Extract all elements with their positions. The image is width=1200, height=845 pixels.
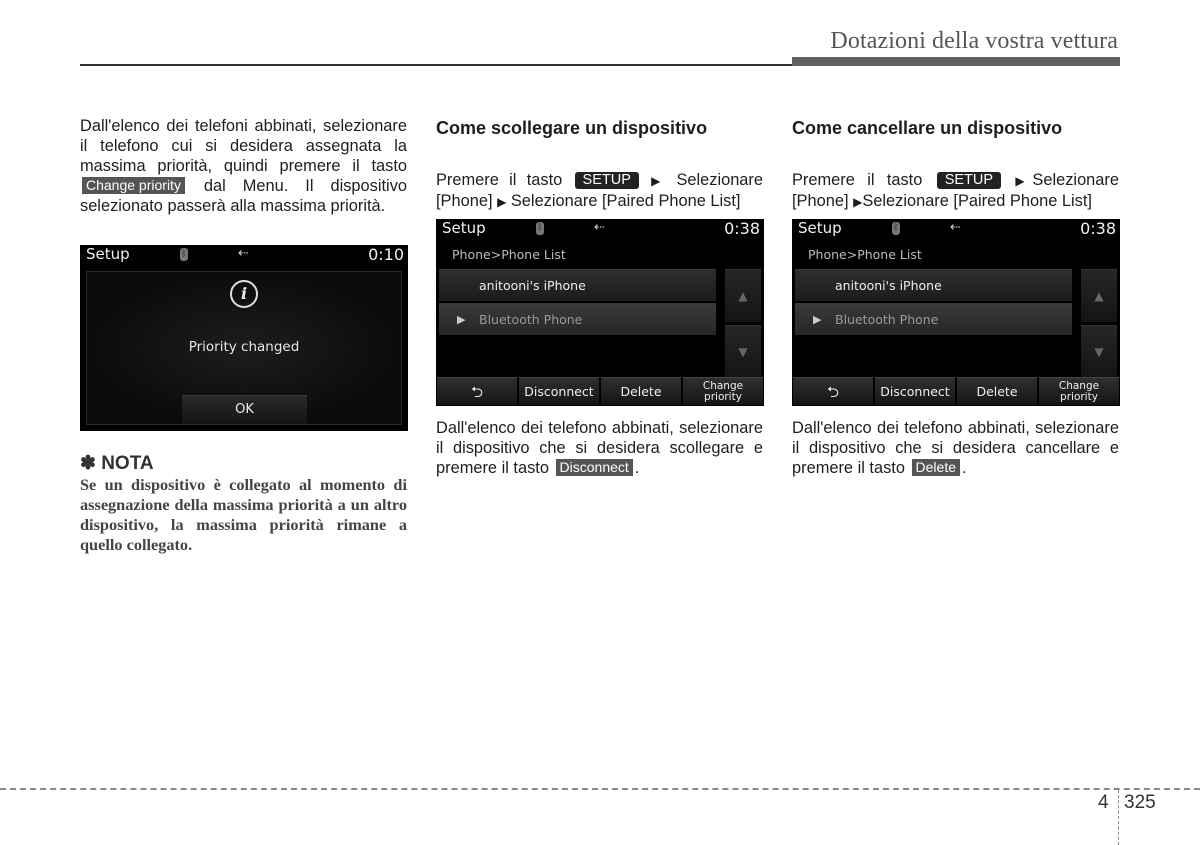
change-priority-key: Change priority [82, 177, 185, 194]
back-icon: ⮌ [470, 383, 483, 401]
header-bar [792, 57, 1120, 66]
info-icon: i [230, 280, 258, 308]
column-3: Come cancellare un dispositivo Premere i… [792, 116, 1119, 212]
nota-heading: ✽ NOTA [80, 453, 154, 474]
chapter-number: 4 [1098, 792, 1109, 813]
column-1: Dall'elenco dei telefoni abbinati, selez… [80, 116, 407, 216]
disconnect-button[interactable]: Disconnect [875, 377, 955, 405]
scroll-down-button[interactable]: ▼ [725, 325, 761, 378]
breadcrumb: Phone>Phone List [808, 247, 922, 262]
page-number: 325 [1124, 792, 1156, 813]
usb-icon: ⇠ [238, 246, 249, 261]
down-arrow-icon: ▼ [738, 345, 748, 359]
back-icon: ⮌ [826, 383, 839, 401]
list-item[interactable]: anitooni's iPhone [795, 269, 1072, 301]
arrow-icon: ▶ [651, 174, 667, 188]
clock: 0:10 [368, 245, 404, 264]
delete-instructions: Dall'elenco dei telefono abbinati, selez… [792, 419, 1119, 477]
section-heading-delete: Come cancellare un dispositivo [792, 118, 1063, 138]
nav-instructions: Premere il tasto SETUP ▶ Selezionare [Ph… [436, 171, 764, 210]
scroll-up-button[interactable]: ▲ [1081, 269, 1117, 322]
nota-box: ✽ NOTA Se un dispositivo è collegato al … [80, 452, 407, 555]
footer-divider [1118, 790, 1119, 845]
header-rule [80, 64, 793, 66]
priority-changed-screen: Setup ᛒ ⇠ 0:10 i Priority changed OK [80, 245, 408, 431]
info-popup: i Priority changed OK [86, 271, 402, 425]
disconnect-button[interactable]: Disconnect [519, 377, 599, 405]
usb-icon: ⇠ [950, 220, 961, 235]
popup-message: Priority changed [188, 339, 300, 355]
clock: 0:38 [1080, 219, 1116, 238]
scroll-down-button[interactable]: ▼ [1081, 325, 1117, 378]
disconnect-key: Disconnect [555, 459, 633, 476]
delete-button[interactable]: Delete [957, 377, 1037, 405]
list-item[interactable]: anitooni's iPhone [439, 269, 716, 301]
back-button[interactable]: ⮌ [437, 377, 517, 405]
change-priority-button[interactable]: Change priority [683, 377, 763, 405]
arrow-icon: ▶ [497, 195, 507, 209]
nav-instructions: Premere il tasto SETUP ▶Selezionare [Pho… [792, 171, 1119, 210]
list-item[interactable]: ▶ Bluetooth Phone [795, 303, 1072, 335]
clock: 0:38 [724, 219, 760, 238]
breadcrumb: Phone>Phone List [452, 247, 566, 262]
screen-title: Setup [442, 219, 486, 237]
footer-rule [0, 788, 1200, 790]
status-bar: Setup ᛒ ⇠ 0:38 [792, 219, 1120, 241]
bluetooth-icon: ᛒ [536, 222, 544, 235]
chapter-title: Dotazioni della vostra vettura [830, 28, 1118, 54]
asterisk-icon: ✽ [80, 453, 96, 474]
status-bar: Setup ᛒ ⇠ 0:38 [436, 219, 764, 241]
up-arrow-icon: ▲ [1094, 289, 1104, 303]
screen-title: Setup [798, 219, 842, 237]
scroll-up-button[interactable]: ▲ [725, 269, 761, 322]
phone-list-screen: Setup ᛒ ⇠ 0:38 Phone>Phone List anitooni… [436, 219, 764, 406]
status-bar: Setup ᛒ ⇠ 0:10 [80, 245, 408, 267]
bluetooth-icon: ᛒ [892, 222, 900, 235]
bluetooth-icon: ᛒ [180, 248, 188, 261]
column-2: Come scollegare un dispositivo Premere i… [436, 116, 763, 212]
up-arrow-icon: ▲ [738, 289, 748, 303]
setup-key: SETUP [574, 172, 639, 189]
disconnect-instructions: Dall'elenco dei telefono abbinati, selez… [436, 419, 763, 477]
list-item[interactable]: ▶ Bluetooth Phone [439, 303, 716, 335]
arrow-icon: ▶ [1015, 174, 1033, 188]
ok-button[interactable]: OK [182, 395, 307, 424]
delete-key: Delete [911, 459, 960, 476]
phone-list-screen: Setup ᛒ ⇠ 0:38 Phone>Phone List anitooni… [792, 219, 1120, 406]
bottom-bar: ⮌ Disconnect Delete Change priority [437, 377, 763, 405]
bottom-bar: ⮌ Disconnect Delete Change priority [793, 377, 1119, 405]
delete-button[interactable]: Delete [601, 377, 681, 405]
play-icon: ▶ [457, 313, 466, 326]
change-priority-button[interactable]: Change priority [1039, 377, 1119, 405]
play-icon: ▶ [813, 313, 822, 326]
nota-body: Se un dispositivo è collegato al momento… [80, 475, 407, 554]
down-arrow-icon: ▼ [1094, 345, 1104, 359]
priority-instructions: Dall'elenco dei telefoni abbinati, selez… [80, 117, 407, 215]
arrow-icon: ▶ [853, 195, 863, 209]
section-heading-disconnect: Come scollegare un dispositivo [436, 118, 708, 138]
back-button[interactable]: ⮌ [793, 377, 873, 405]
setup-key: SETUP [936, 172, 1002, 189]
screen-title: Setup [86, 245, 130, 263]
usb-icon: ⇠ [594, 220, 605, 235]
